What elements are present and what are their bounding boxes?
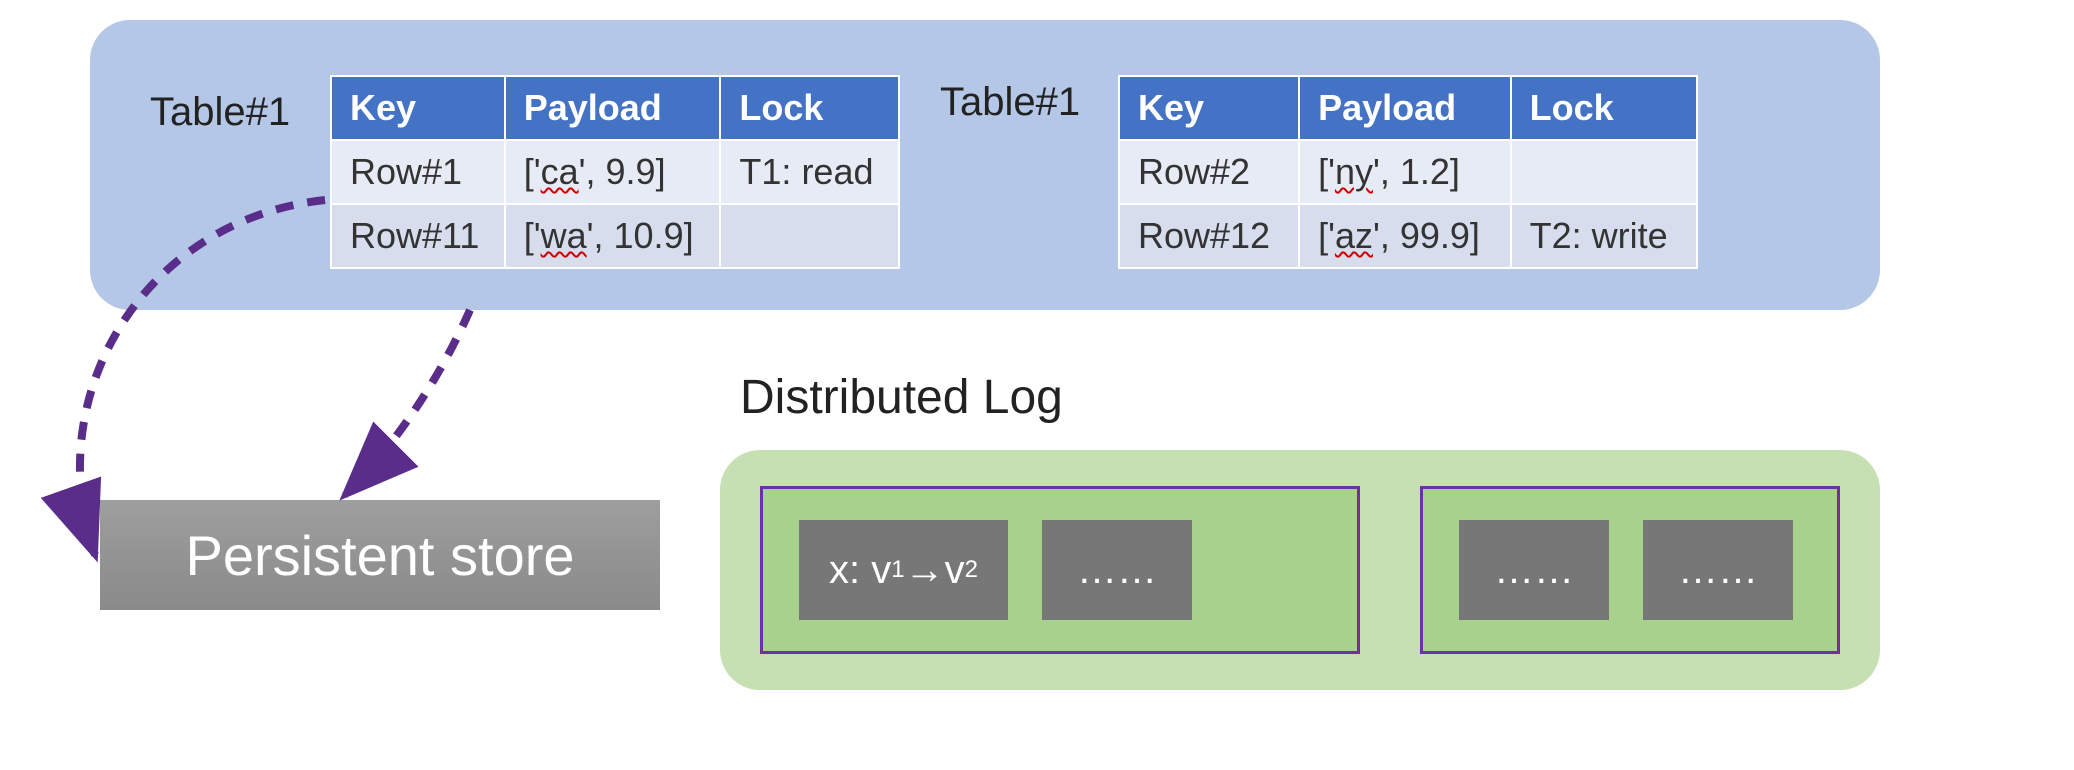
log-group: x: v1→v2 …… [760, 486, 1360, 654]
col-lock: Lock [720, 76, 899, 140]
persistent-store-box: Persistent store [100, 500, 660, 610]
log-group: …… …… [1420, 486, 1840, 654]
left-table: Key Payload Lock Row#1 ['ca', 9.9] T1: r… [330, 75, 900, 269]
log-entry: x: v1→v2 [799, 520, 1008, 620]
table-row: Row#12 ['az', 99.9] T2: write [1119, 204, 1697, 268]
distributed-log-panel: x: v1→v2 …… …… …… [720, 450, 1880, 690]
cell-key: Row#12 [1119, 204, 1299, 268]
cell-lock [1511, 140, 1697, 204]
cell-payload: ['ny', 1.2] [1299, 140, 1511, 204]
right-table-label: Table#1 [940, 80, 1080, 125]
cell-key: Row#1 [331, 140, 505, 204]
log-entry: …… [1042, 520, 1192, 620]
cell-lock [720, 204, 899, 268]
col-key: Key [331, 76, 505, 140]
persistent-store-label: Persistent store [185, 523, 574, 588]
tables-panel: Table#1 Table#1 Key Payload Lock Row#1 [… [90, 20, 1880, 310]
log-entry: …… [1643, 520, 1793, 620]
cell-key: Row#11 [331, 204, 505, 268]
table-row: Row#2 ['ny', 1.2] [1119, 140, 1697, 204]
right-table: Key Payload Lock Row#2 ['ny', 1.2] Row#1… [1118, 75, 1698, 269]
col-key: Key [1119, 76, 1299, 140]
log-entry: …… [1459, 520, 1609, 620]
col-lock: Lock [1511, 76, 1697, 140]
table-header-row: Key Payload Lock [1119, 76, 1697, 140]
table-row: Row#1 ['ca', 9.9] T1: read [331, 140, 899, 204]
cell-payload: ['wa', 10.9] [505, 204, 721, 268]
cell-lock: T1: read [720, 140, 899, 204]
col-payload: Payload [505, 76, 721, 140]
distributed-log-title: Distributed Log [740, 370, 1063, 425]
table-row: Row#11 ['wa', 10.9] [331, 204, 899, 268]
table-header-row: Key Payload Lock [331, 76, 899, 140]
left-table-label: Table#1 [150, 90, 290, 135]
cell-key: Row#2 [1119, 140, 1299, 204]
cell-payload: ['ca', 9.9] [505, 140, 721, 204]
arrow-right [345, 310, 470, 495]
cell-payload: ['az', 99.9] [1299, 204, 1511, 268]
col-payload: Payload [1299, 76, 1511, 140]
cell-lock: T2: write [1511, 204, 1697, 268]
